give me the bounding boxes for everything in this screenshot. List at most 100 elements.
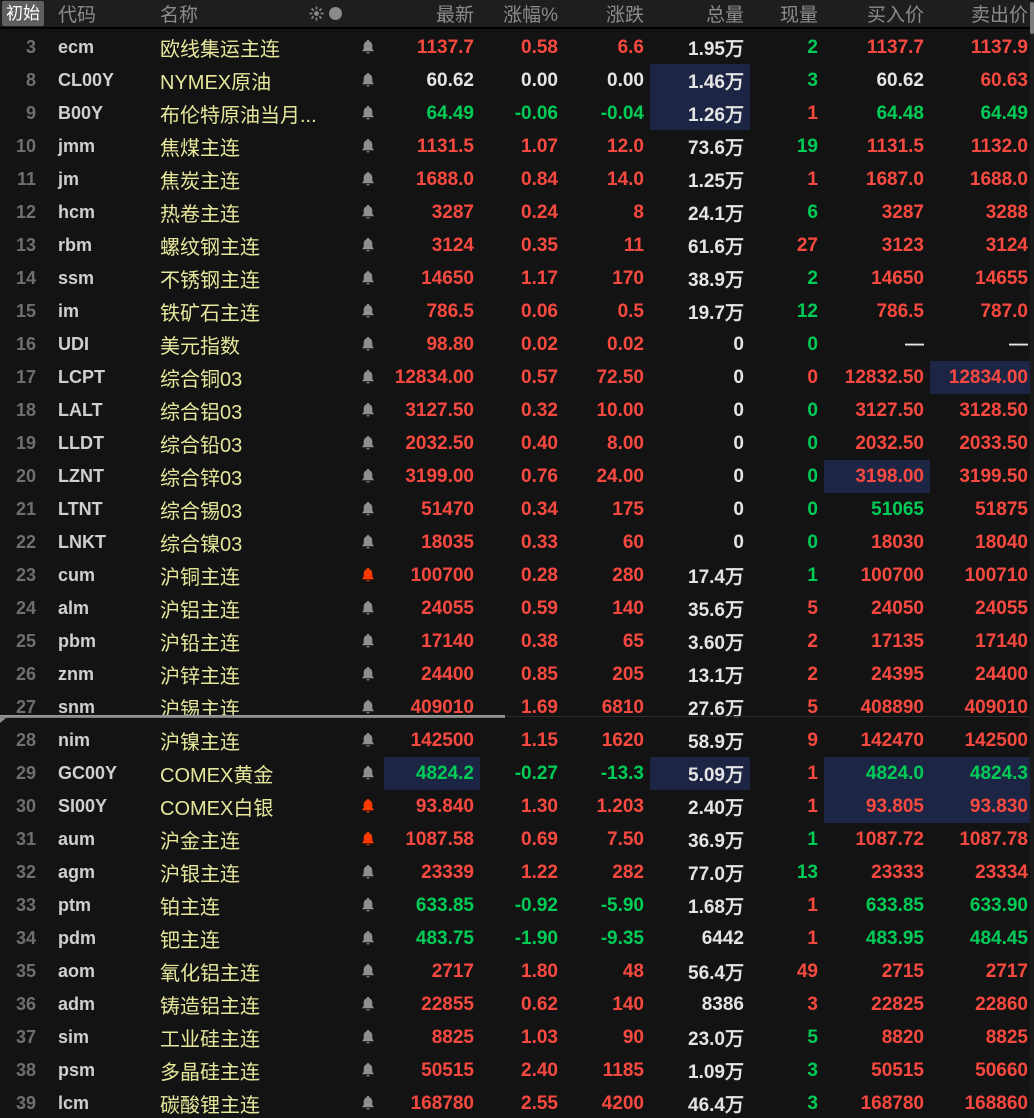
current-volume: 13 [796,861,818,883]
alert-bell-icon[interactable] [352,460,384,493]
alert-bell-icon[interactable] [352,592,384,625]
table-row[interactable]: 17 LCPT 综合铜03 12834.00 0.57 72.50 0 0 12… [0,361,1034,394]
scrollbar-thumb[interactable] [1030,2,1034,34]
alert-bell-icon[interactable] [352,1054,384,1087]
alert-bell-icon[interactable] [352,1087,384,1118]
table-row[interactable]: 14 ssm 不锈钢主连 14650 1.17 170 38.9万 2 1465… [0,262,1034,295]
table-row[interactable]: 35 aom 氧化铝主连 2717 1.80 48 56.4万 49 2715 … [0,955,1034,988]
bid-price: 1137.7 [866,36,924,58]
col-header-code[interactable]: 代码 [48,0,152,27]
alert-bell-icon[interactable] [352,922,384,955]
col-header-vol[interactable]: 总量 [650,0,750,27]
alert-bell-icon[interactable] [352,1021,384,1054]
change-percent: 0.24 [521,201,558,223]
alert-bell-icon[interactable] [352,757,384,790]
table-row[interactable]: 24 alm 沪铝主连 24055 0.59 140 35.6万 5 24050… [0,592,1034,625]
symbol-name: 综合铅03 [160,435,243,457]
alert-bell-icon[interactable] [352,691,384,724]
table-row[interactable]: 9 B00Y 布伦特原油当月... 64.49 -0.06 -0.04 1.26… [0,97,1034,130]
table-row[interactable]: 22 LNKT 综合镍03 18035 0.33 60 0 0 18030 18… [0,526,1034,559]
table-row[interactable]: 36 adm 铸造铝主连 22855 0.62 140 8386 3 22825… [0,988,1034,1021]
table-row[interactable]: 10 jmm 焦煤主连 1131.5 1.07 12.0 73.6万 19 11… [0,130,1034,163]
table-row[interactable]: 29 GC00Y COMEX黄金 4824.2 -0.27 -13.3 5.09… [0,757,1034,790]
table-row[interactable]: 31 aum 沪金主连 1087.58 0.69 7.50 36.9万 1 10… [0,823,1034,856]
col-header-bid[interactable]: 买入价 [824,0,930,27]
alert-bell-icon[interactable] [352,889,384,922]
table-row[interactable]: 12 hcm 热卷主连 3287 0.24 8 24.1万 6 3287 328… [0,196,1034,229]
row-number: 15 [15,301,36,321]
table-row[interactable]: 13 rbm 螺纹钢主连 3124 0.35 11 61.6万 27 3123 … [0,229,1034,262]
table-row[interactable]: 39 lcm 碳酸锂主连 168780 2.55 4200 46.4万 3 16… [0,1087,1034,1118]
table-row[interactable]: 21 LTNT 综合锡03 51470 0.34 175 0 0 51065 5… [0,493,1034,526]
row-number: 26 [15,664,36,684]
table-row[interactable]: 20 LZNT 综合锌03 3199.00 0.76 24.00 0 0 319… [0,460,1034,493]
initial-sort-button[interactable]: 初始 [2,1,44,26]
table-row[interactable]: 8 CL00Y NYMEX原油 60.62 0.00 0.00 1.46万 3 … [0,64,1034,97]
symbol-code: SI00Y [58,796,108,816]
alert-bell-icon[interactable] [352,130,384,163]
table-row[interactable]: 18 LALT 综合铝03 3127.50 0.32 10.00 0 0 312… [0,394,1034,427]
table-row[interactable]: 30 SI00Y COMEX白银 93.840 1.30 1.203 2.40万… [0,790,1034,823]
alert-bell-icon[interactable] [352,394,384,427]
table-row[interactable]: 3 ecm 欧线集运主连 1137.7 0.58 6.6 1.95万 2 113… [0,31,1034,64]
alert-bell-icon[interactable] [352,955,384,988]
alert-bell-icon[interactable] [352,262,384,295]
col-header-last[interactable]: 最新 [384,0,480,27]
table-row[interactable]: 37 sim 工业硅主连 8825 1.03 90 23.0万 5 8820 8… [0,1021,1034,1054]
row-number: 21 [15,499,36,519]
col-header-ask[interactable]: 卖出价 [930,0,1034,27]
alert-bell-icon[interactable] [352,97,384,130]
circle-icon[interactable] [329,7,342,20]
ask-price: 1137.9 [970,36,1028,58]
table-row[interactable]: 28 nim 沪镍主连 142500 1.15 1620 58.9万 9 142… [0,724,1034,757]
alert-bell-icon[interactable] [352,559,384,592]
table-row[interactable]: 34 pdm 钯主连 483.75 -1.90 -9.35 6442 1 483… [0,922,1034,955]
table-row[interactable]: 25 pbm 沪铅主连 17140 0.38 65 3.60万 2 17135 … [0,625,1034,658]
alert-bell-icon[interactable] [352,625,384,658]
header-cell-initial: 初始 [0,1,48,26]
pane-splitter-handle[interactable] [0,715,505,723]
alert-bell-icon[interactable] [352,295,384,328]
table-row[interactable]: 15 im 铁矿石主连 786.5 0.06 0.5 19.7万 12 786.… [0,295,1034,328]
table-row[interactable]: 19 LLDT 综合铅03 2032.50 0.40 8.00 0 0 2032… [0,427,1034,460]
alert-bell-icon[interactable] [352,196,384,229]
table-row[interactable]: 11 jm 焦炭主连 1688.0 0.84 14.0 1.25万 1 1687… [0,163,1034,196]
alert-bell-icon[interactable] [352,790,384,823]
ask-price: 2717 [985,960,1028,982]
col-header-name[interactable]: 名称 [152,0,352,27]
alert-bell-icon[interactable] [352,361,384,394]
change-percent: 0.40 [521,432,558,454]
col-header-pct[interactable]: 涨幅% [480,0,564,27]
change-percent: 0.33 [521,531,558,553]
ask-price: 168860 [964,1092,1028,1114]
alert-bell-icon[interactable] [352,163,384,196]
alert-bell-icon[interactable] [352,31,384,64]
alert-bell-icon[interactable] [352,856,384,889]
alert-bell-icon[interactable] [352,64,384,97]
alert-bell-icon[interactable] [352,328,384,361]
row-number: 37 [15,1027,36,1047]
alert-bell-icon[interactable] [352,229,384,262]
alert-bell-icon[interactable] [352,658,384,691]
alert-bell-icon[interactable] [352,526,384,559]
table-row[interactable]: 27 snm 沪锡主连 409010 1.69 6810 27.6万 5 408… [0,691,1034,724]
table-row[interactable]: 32 agm 沪银主连 23339 1.22 282 77.0万 13 2333… [0,856,1034,889]
col-header-chg[interactable]: 涨跌 [564,0,650,27]
alert-bell-icon[interactable] [352,988,384,1021]
sunburst-icon[interactable] [309,6,324,21]
current-volume: 1 [807,102,818,124]
table-row[interactable]: 38 psm 多晶硅主连 50515 2.40 1185 1.09万 3 505… [0,1054,1034,1087]
total-volume: 8386 [701,993,744,1015]
alert-bell-icon[interactable] [352,493,384,526]
alert-bell-icon[interactable] [352,823,384,856]
vertical-scrollbar[interactable] [1030,0,1034,1118]
table-row[interactable]: 23 cum 沪铜主连 100700 0.28 280 17.4万 1 1007… [0,559,1034,592]
alert-bell-icon[interactable] [352,427,384,460]
table-row[interactable]: 33 ptm 铂主连 633.85 -0.92 -5.90 1.68万 1 63… [0,889,1034,922]
row-number: 23 [15,565,36,585]
table-row[interactable]: 26 znm 沪锌主连 24400 0.85 205 13.1万 2 24395… [0,658,1034,691]
col-header-cur[interactable]: 现量 [750,0,824,27]
alert-bell-icon[interactable] [352,724,384,757]
current-volume: 1 [807,894,818,916]
table-row[interactable]: 16 UDI 美元指数 98.80 0.02 0.02 0 0 — — [0,328,1034,361]
